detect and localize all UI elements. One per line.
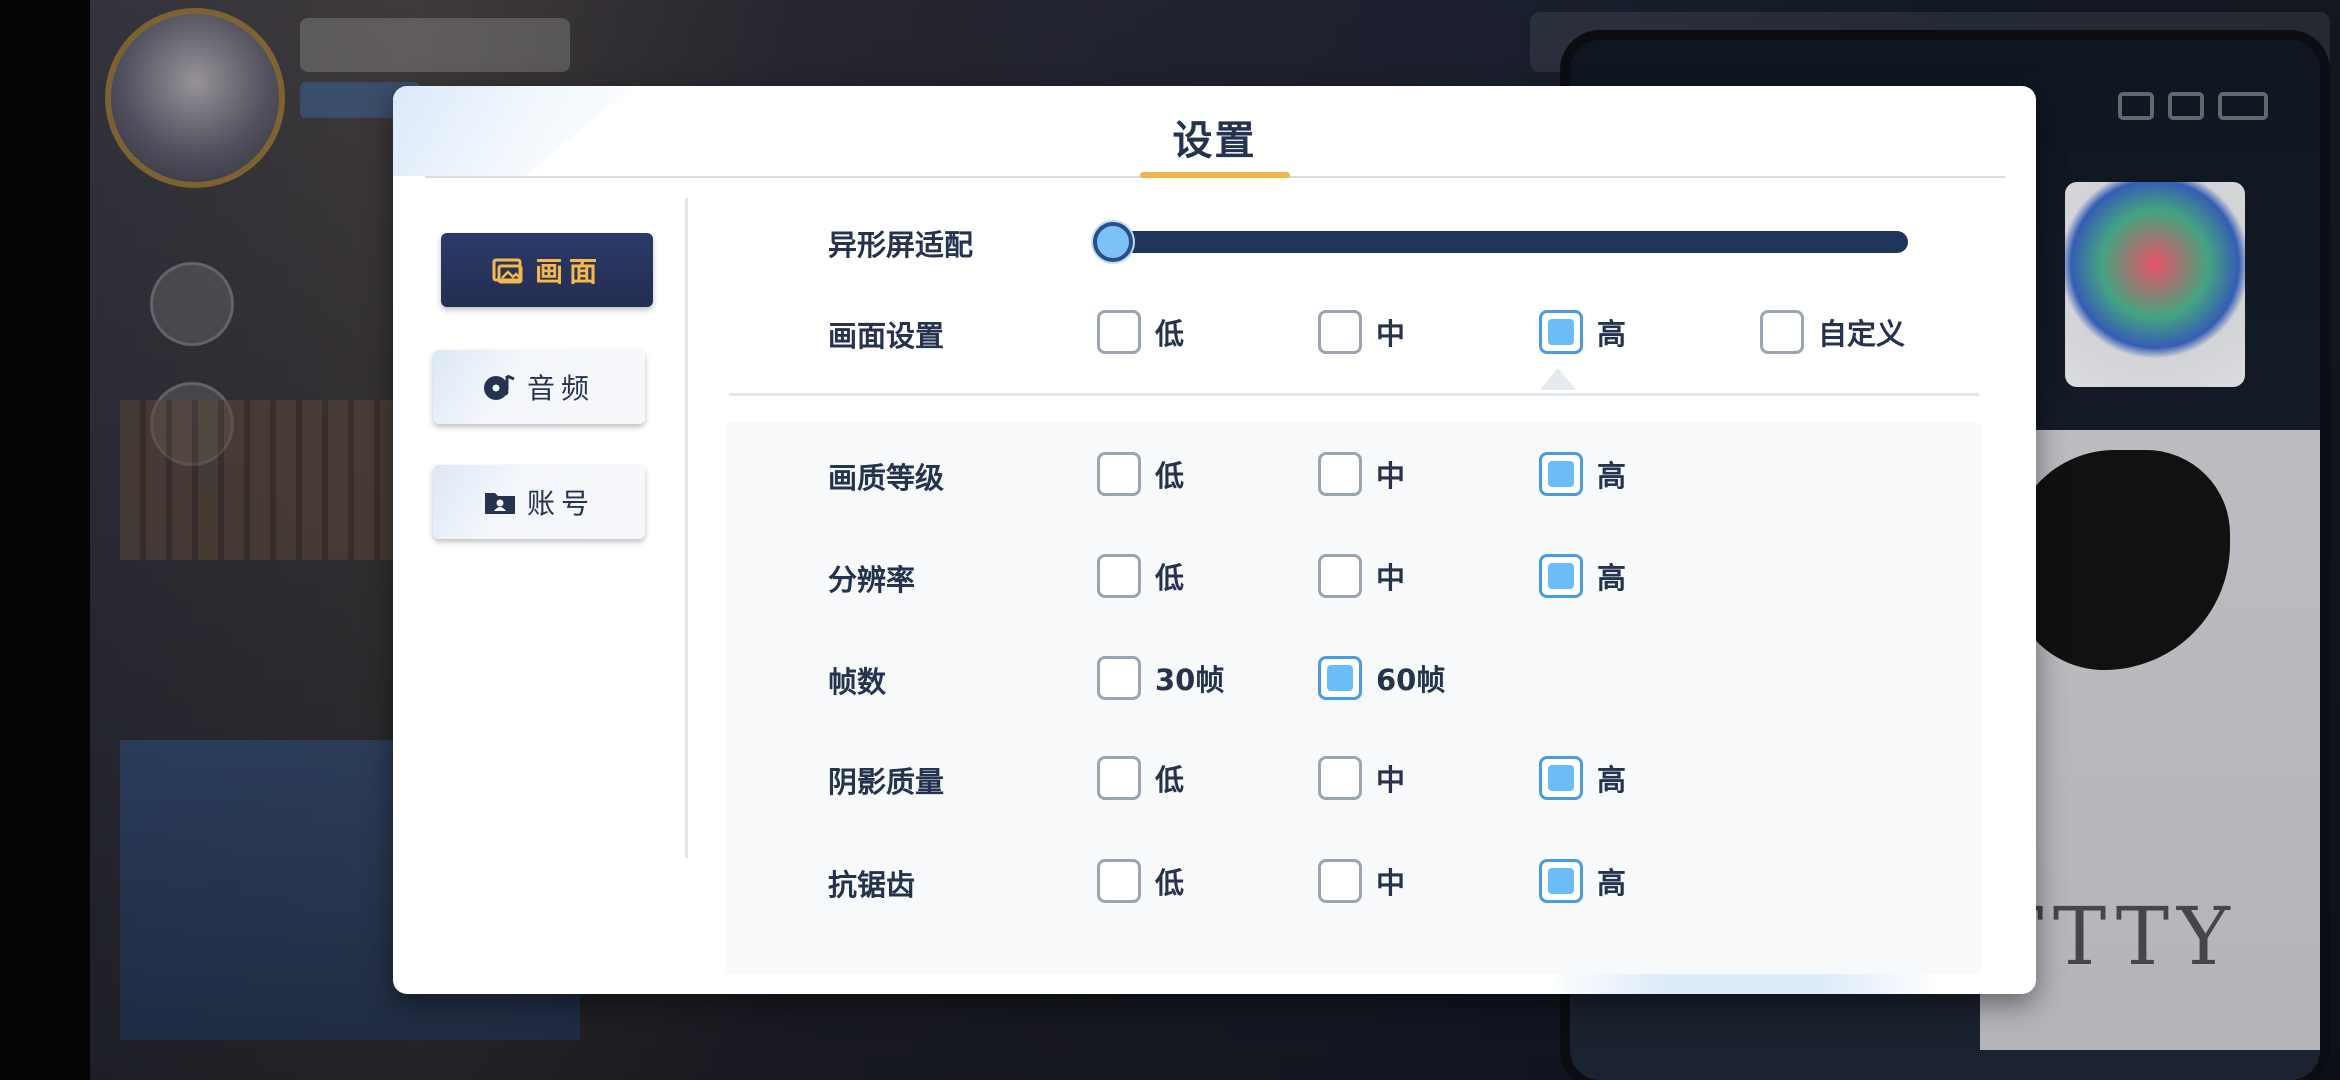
settings-dialog: 设置 画面 音频 账号 异形屏适配 画面设置 低 中 高 自定义 画质等级 低 … — [393, 86, 2036, 994]
checkbox-checked[interactable] — [1539, 756, 1583, 800]
checkbox[interactable] — [1318, 310, 1362, 354]
checkbox-checked[interactable] — [1539, 859, 1583, 903]
checkbox[interactable] — [1318, 859, 1362, 903]
notch-adapt-label: 异形屏适配 — [828, 228, 974, 262]
tab-account[interactable]: 账号 — [433, 465, 645, 539]
background-phone-icon — [2168, 92, 2204, 120]
dialog-title: 设置 — [1172, 118, 1257, 164]
checkbox-checked[interactable] — [1539, 310, 1583, 354]
quality-option-high[interactable]: 高 — [1539, 452, 1626, 496]
shadow-label: 阴影质量 — [828, 765, 945, 799]
shadow-option-medium[interactable]: 中 — [1318, 756, 1405, 800]
tab-display[interactable]: 画面 — [441, 233, 653, 307]
option-label: 中 — [1376, 459, 1406, 493]
tab-audio[interactable]: 音频 — [433, 350, 645, 424]
fps-option-60[interactable]: 60帧 — [1318, 656, 1445, 700]
option-label: 低 — [1155, 866, 1185, 900]
checkbox[interactable] — [1760, 310, 1804, 354]
quality-option-medium[interactable]: 中 — [1318, 452, 1405, 496]
resolution-option-high[interactable]: 高 — [1539, 554, 1626, 598]
checkbox[interactable] — [1097, 756, 1141, 800]
checkbox-checked[interactable] — [1539, 452, 1583, 496]
option-label: 低 — [1155, 459, 1185, 493]
checkbox[interactable] — [1318, 756, 1362, 800]
quality-option-low[interactable]: 低 — [1097, 452, 1184, 496]
option-label: 30帧 — [1155, 663, 1225, 697]
section-divider — [729, 393, 1979, 396]
option-label: 低 — [1155, 763, 1185, 797]
checkbox[interactable] — [1097, 310, 1141, 354]
tab-label: 账号 — [526, 487, 595, 520]
checkbox-checked[interactable] — [1539, 554, 1583, 598]
fps-option-30[interactable]: 30帧 — [1097, 656, 1224, 700]
display-setting-option-medium[interactable]: 中 — [1318, 310, 1405, 354]
option-label: 60帧 — [1376, 663, 1446, 697]
option-label: 自定义 — [1818, 317, 1906, 351]
option-label: 高 — [1597, 561, 1627, 595]
antialias-label: 抗锯齿 — [828, 868, 916, 902]
title-accent-underline — [1140, 172, 1290, 178]
option-label: 高 — [1597, 459, 1627, 493]
option-label: 低 — [1155, 317, 1185, 351]
option-label: 高 — [1597, 763, 1627, 797]
display-setting-label: 画面设置 — [828, 319, 945, 353]
tab-label: 画面 — [534, 255, 603, 288]
shadow-option-low[interactable]: 低 — [1097, 756, 1184, 800]
option-label: 中 — [1376, 561, 1406, 595]
antialias-option-medium[interactable]: 中 — [1318, 859, 1405, 903]
tab-label: 音频 — [526, 372, 595, 405]
notch-adapt-slider-track[interactable] — [1093, 231, 1908, 253]
battery-icon — [2218, 92, 2268, 120]
music-disc-icon — [483, 372, 517, 402]
player-avatar — [105, 8, 285, 188]
tabs-divider — [685, 198, 688, 858]
picture-folder-icon — [491, 255, 525, 285]
checkbox[interactable] — [1097, 859, 1141, 903]
display-setting-option-low[interactable]: 低 — [1097, 310, 1184, 354]
option-label: 低 — [1155, 561, 1185, 595]
checkbox[interactable] — [1097, 656, 1141, 700]
option-label: 中 — [1376, 317, 1406, 351]
option-label: 中 — [1376, 763, 1406, 797]
notch-adapt-slider-handle[interactable] — [1093, 222, 1133, 262]
account-folder-icon — [483, 487, 517, 517]
background-shelf — [120, 400, 400, 560]
shadow-option-high[interactable]: 高 — [1539, 756, 1626, 800]
display-setting-option-high[interactable]: 高 — [1539, 310, 1626, 354]
player-name-plate — [300, 18, 570, 72]
quality-label: 画质等级 — [828, 461, 945, 495]
option-label: 高 — [1597, 866, 1627, 900]
background-phone-icon — [2118, 92, 2154, 120]
option-label: 高 — [1597, 317, 1627, 351]
selection-pointer — [1540, 368, 1576, 390]
fps-label: 帧数 — [828, 665, 887, 699]
resolution-option-low[interactable]: 低 — [1097, 554, 1184, 598]
checkbox[interactable] — [1097, 452, 1141, 496]
checkbox[interactable] — [1097, 554, 1141, 598]
antialias-option-low[interactable]: 低 — [1097, 859, 1184, 903]
background-edge — [0, 0, 90, 1080]
background-circle-button — [150, 262, 234, 346]
background-sticker — [2065, 182, 2245, 387]
checkbox[interactable] — [1318, 452, 1362, 496]
checkbox[interactable] — [1318, 554, 1362, 598]
resolution-label: 分辨率 — [828, 563, 916, 597]
checkbox-checked[interactable] — [1318, 656, 1362, 700]
antialias-option-high[interactable]: 高 — [1539, 859, 1626, 903]
option-label: 中 — [1376, 866, 1406, 900]
resolution-option-medium[interactable]: 中 — [1318, 554, 1405, 598]
display-setting-option-custom[interactable]: 自定义 — [1760, 310, 1905, 354]
